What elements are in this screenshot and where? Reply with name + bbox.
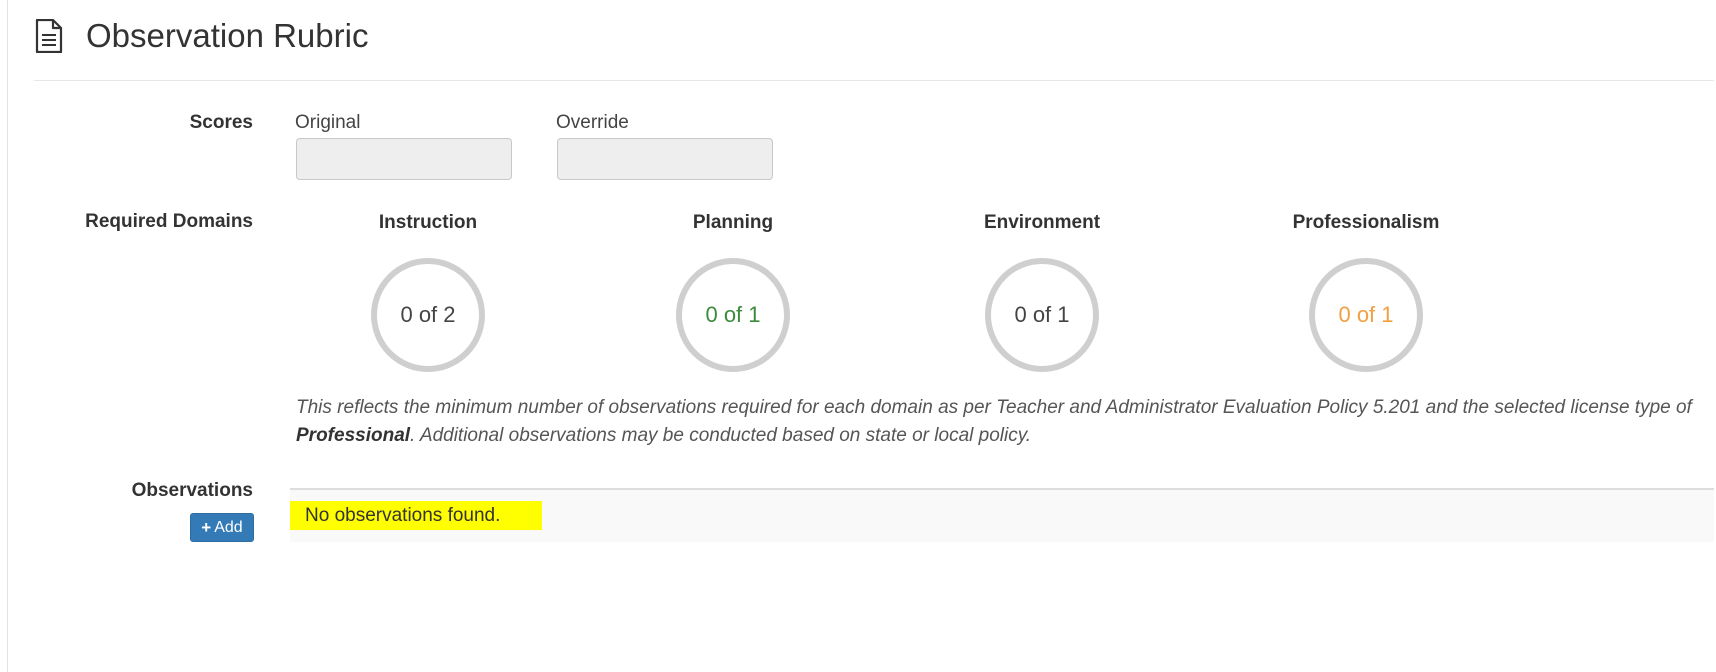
note-text-after: . Additional observations may be conduct… [410,425,1032,446]
domain-planning: Planning 0 of 1 [608,211,858,372]
page-title: Observation Rubric [86,17,369,54]
note-text-before: This reflects the minimum number of obse… [296,397,1692,418]
domain-name: Professionalism [1292,212,1440,233]
override-score-field[interactable] [557,138,773,180]
domain-name: Planning [692,212,774,233]
domain-progress-text: 0 of 1 [705,302,761,327]
domain-progress-ring: 0 of 2 [371,258,485,372]
document-icon [35,19,63,53]
domain-professionalism: Professionalism 0 of 1 [1241,211,1491,372]
license-type: Professional [296,425,411,446]
required-domains-label: Required Domains [85,211,253,232]
add-button-label: Add [214,518,243,536]
no-observations-message: No observations found. [290,501,542,530]
domain-progress-text: 0 of 1 [1338,302,1394,327]
observations-panel: No observations found. [290,488,1714,542]
domain-instruction: Instruction 0 of 2 [303,211,553,372]
scores-label: Scores [189,112,253,133]
original-score-field[interactable] [296,138,512,180]
domain-progress-ring: 0 of 1 [1309,258,1423,372]
override-score-label: Override [556,112,629,133]
domain-name: Environment [983,212,1101,233]
domain-environment: Environment 0 of 1 [917,211,1167,372]
domain-progress-text: 0 of 1 [1014,302,1070,327]
add-observation-button[interactable]: + Add [190,513,254,542]
domain-progress-ring: 0 of 1 [676,258,790,372]
domain-progress-ring: 0 of 1 [985,258,1099,372]
page-header: Observation Rubric [34,12,1714,81]
observations-label: Observations [131,480,253,501]
plus-icon: + [201,518,212,537]
original-score-label: Original [295,112,361,133]
domain-name: Instruction [378,212,478,233]
domain-requirements-note: This reflects the minimum number of obse… [296,394,1706,450]
domain-progress-text: 0 of 2 [400,302,456,327]
left-border [7,0,8,672]
